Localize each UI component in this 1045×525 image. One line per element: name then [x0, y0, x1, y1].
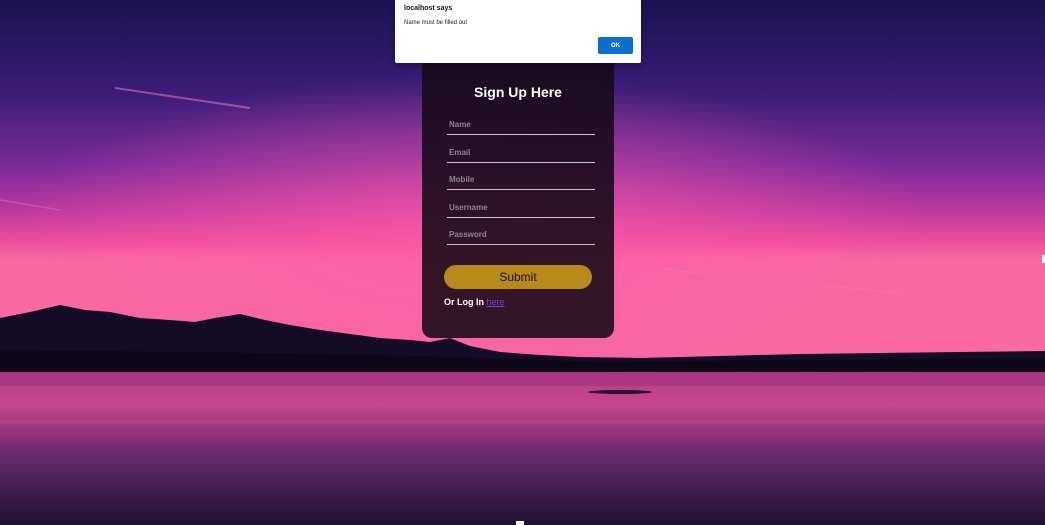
- login-prompt: Or Log In here: [444, 297, 505, 307]
- alert-dialog: localhost says Name must be filled out O…: [395, 0, 641, 63]
- username-field[interactable]: [447, 198, 595, 218]
- login-prefix-text: Or Log In: [444, 297, 484, 307]
- alert-title: localhost says: [404, 5, 453, 12]
- alert-ok-button[interactable]: OK: [598, 37, 633, 54]
- password-field[interactable]: [447, 225, 595, 245]
- alert-message: Name must be filled out: [404, 20, 468, 26]
- submit-button[interactable]: Submit: [444, 265, 592, 289]
- bottom-edge-marker: [516, 521, 524, 525]
- name-field[interactable]: [447, 115, 595, 135]
- login-link[interactable]: here: [487, 297, 505, 307]
- email-field[interactable]: [447, 143, 595, 163]
- signup-card: Sign Up Here Submit Or Log In here: [422, 60, 614, 338]
- signup-title: Sign Up Here: [474, 84, 562, 100]
- mobile-field[interactable]: [447, 170, 595, 190]
